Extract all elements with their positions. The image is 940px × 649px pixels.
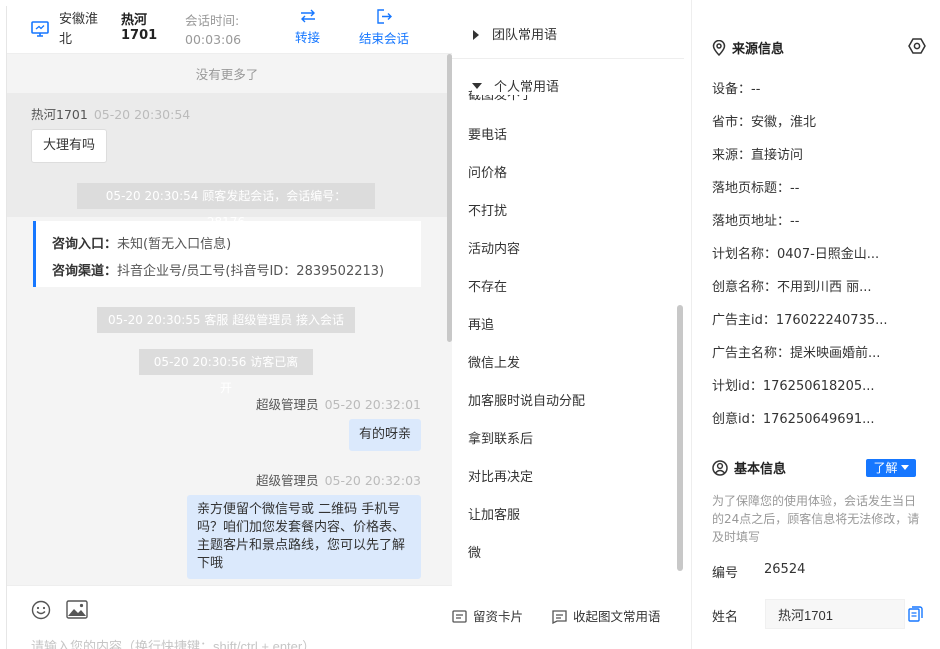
source-creative-name: 创意名称：不用到川西 丽... (712, 280, 872, 295)
visitor-message-bubble: 大理有吗 (31, 129, 108, 163)
consult-channel-row: 咨询渠道：抖音企业号/员工号(抖音号ID：2839502213) (52, 258, 421, 285)
transfer-button[interactable]: 转接 (295, 9, 320, 46)
name-field[interactable] (765, 599, 905, 629)
learn-more-label: 了解 (873, 461, 898, 475)
chat-header: 安徽淮北 热河 1701 会话时间: 00:03:06 转接 结束会话 (7, 6, 452, 54)
name-label: 姓名 (712, 610, 739, 625)
message-composer (7, 585, 452, 649)
id-value: 26524 (764, 562, 806, 577)
customer-info-pane: 来源信息 设备：-- 省市：安徽，淮北 来源：直接访问 落地页标题：-- 落地页… (691, 0, 940, 649)
source-region: 省市：安徽，淮北 (712, 115, 817, 130)
learn-more-dropdown[interactable]: 了解 (866, 459, 916, 477)
lead-card-button[interactable]: 留资卡片 (452, 606, 523, 625)
visitor-name: 热河 1701 (121, 13, 158, 43)
edit-notice: 为了保障您的使用体验，会话发生当日的24点之后，顾客信息将无法修改，请及时填写 (712, 494, 920, 544)
consult-info-card: 咨询入口：未知(暂无入口信息) 咨询渠道：抖音企业号/员工号(抖音号ID：283… (33, 221, 421, 287)
phrase-group-team[interactable]: 团队常用语 (472, 24, 557, 43)
basic-info-title: 基本信息 (712, 458, 786, 477)
agent-sender-name: 超级管理员 (256, 473, 319, 488)
message-list[interactable]: 没有更多了 热河1701 05-20 20:30:54 大理有吗 05-20 20… (7, 54, 447, 585)
phrase-footer: 留资卡片 收起图文常用语 (452, 598, 690, 628)
caret-down-icon (900, 465, 909, 470)
phrase-item[interactable]: 加客服时说自动分配 (468, 390, 585, 409)
source-advertiser-id: 广告主id：176022240735... (712, 313, 888, 328)
emoji-icon[interactable] (31, 600, 51, 620)
visitor-location: 安徽淮北 (59, 12, 99, 47)
system-message-start: 05-20 20:30:54 顾客发起会话，会话编号：28176 (77, 183, 375, 229)
phrase-scrollbar[interactable] (677, 305, 683, 571)
phrase-group-personal-label: 个人常用语 (494, 80, 560, 95)
source-info-label: 来源信息 (732, 42, 785, 57)
chat-pane: 安徽淮北 热河 1701 会话时间: 00:03:06 转接 结束会话 没有更多… (6, 6, 452, 649)
phrase-item[interactable]: 活动内容 (468, 238, 520, 257)
source-advertiser-name: 广告主名称：提米映画婚前... (712, 346, 881, 361)
source-creative-id: 创意id：176250649691... (712, 412, 875, 427)
agent-message-bubble: 有的呀亲 (348, 419, 421, 451)
consult-channel-label: 咨询渠道： (52, 264, 118, 279)
card-icon (452, 610, 467, 623)
transfer-label: 转接 (295, 30, 321, 45)
phrase-item[interactable]: 对比再决定 (468, 466, 533, 485)
phrase-item[interactable]: 问价格 (468, 162, 507, 181)
phrase-item[interactable]: 微 (468, 542, 481, 561)
consult-entry-label: 咨询入口： (52, 237, 118, 252)
session-time-label: 会话时间: (185, 13, 240, 28)
divider (452, 58, 684, 59)
id-label: 编号 (712, 566, 739, 581)
agent-message-time: 05-20 20:32:03 (324, 473, 421, 488)
system-message-join: 05-20 20:30:55 客服 超级管理员 接入会话 (97, 307, 355, 333)
quick-phrases-pane: 团队常用语 截图发不了 个人常用语 要电话 问价格 不打扰 活动内容 不存在 再… (452, 0, 690, 649)
session-time-value: 00:03:06 (185, 32, 242, 47)
consult-entry-row: 咨询入口：未知(暂无入口信息) (52, 231, 421, 258)
message-input[interactable] (31, 638, 441, 649)
end-session-label: 结束会话 (359, 31, 410, 46)
visitor-message-time: 05-20 20:30:54 (93, 107, 191, 122)
phrase-list[interactable]: 截图发不了 个人常用语 要电话 问价格 不打扰 活动内容 不存在 再追 微信上发… (452, 70, 682, 580)
source-origin: 来源：直接访问 (712, 148, 804, 163)
transfer-icon (300, 9, 315, 23)
agent-message-meta: 超级管理员 05-20 20:32:03 (256, 470, 421, 489)
end-session-button[interactable]: 结束会话 (359, 9, 409, 47)
source-plan-name: 计划名称：0407-日照金山... (712, 247, 880, 262)
phrase-item[interactable]: 不存在 (468, 276, 507, 295)
phrase-item[interactable]: 再追 (468, 314, 494, 333)
phrase-item[interactable]: 让加客服 (468, 504, 520, 523)
visitor-sender-name: 热河1701 (31, 107, 88, 122)
triangle-right-icon (473, 30, 479, 40)
system-message-leave: 05-20 20:30:56 访客已离开 (139, 349, 313, 395)
location-pin-icon (712, 39, 726, 57)
phrase-item[interactable]: 微信上发 (468, 352, 520, 371)
triangle-down-icon (472, 83, 482, 89)
basic-info-label: 基本信息 (734, 462, 787, 477)
visitor-message-meta: 热河1701 05-20 20:30:54 (31, 104, 190, 123)
phrase-item[interactable]: 要电话 (468, 124, 507, 143)
agent-message-time: 05-20 20:32:01 (324, 397, 421, 412)
phrase-item[interactable]: 不打扰 (468, 200, 507, 219)
exit-icon (377, 9, 392, 24)
collapse-phrases-button[interactable]: 收起图文常用语 (552, 606, 661, 625)
image-icon[interactable] (66, 600, 88, 620)
message-icon (552, 610, 567, 625)
copy-icon[interactable] (908, 606, 923, 622)
phrase-group-personal[interactable]: 个人常用语 (472, 76, 564, 95)
agent-message-meta: 超级管理员 05-20 20:32:01 (256, 394, 421, 413)
monitor-icon (31, 21, 49, 37)
source-info-title: 来源信息 (712, 38, 784, 57)
eye-icon[interactable] (908, 38, 926, 54)
agent-sender-name: 超级管理员 (256, 397, 319, 412)
source-landing-title: 落地页标题：-- (712, 181, 800, 196)
source-landing-url: 落地页地址：-- (712, 214, 800, 229)
phrase-group-team-label: 团队常用语 (492, 28, 558, 43)
consult-channel-value: 抖音企业号/员工号(抖音号ID：2839502213) (117, 264, 385, 279)
user-circle-icon (712, 460, 728, 476)
phrase-item[interactable]: 拿到联系后 (468, 428, 533, 447)
lead-card-label: 留资卡片 (473, 609, 524, 624)
agent-message-bubble: 亲方便留个微信号或 二维码 手机号吗？咱们加您发套餐内容、价格表、主题客片和景点… (187, 495, 421, 579)
no-more-hint: 没有更多了 (195, 67, 259, 82)
collapse-phrases-label: 收起图文常用语 (573, 609, 661, 624)
source-plan-id: 计划id：176250618205... (712, 379, 875, 394)
source-device: 设备：-- (712, 82, 761, 97)
consult-entry-value: 未知(暂无入口信息) (117, 237, 232, 252)
